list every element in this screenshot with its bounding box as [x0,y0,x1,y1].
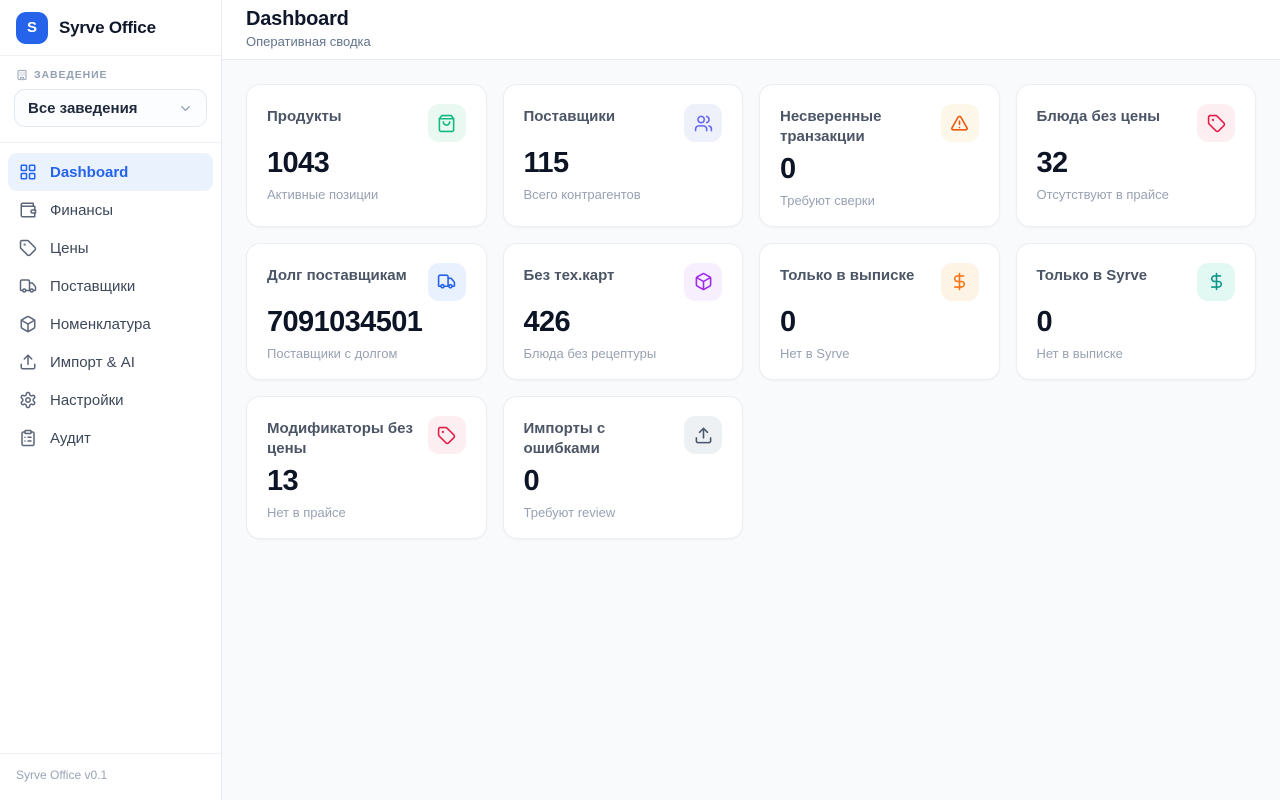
gear-icon [19,391,37,409]
sidebar-item-label: Поставщики [50,278,135,295]
tag-icon [19,239,37,257]
card-products: Продукты 1043 Активные позиции [246,84,487,227]
card-value: 13 [267,465,466,498]
card-value: 32 [1037,147,1236,180]
sidebar-item-label: Финансы [50,202,113,219]
card-subtitle: Нет в выписке [1037,346,1236,361]
card-only-in-syrve: Только в Syrve 0 Нет в выписке [1016,243,1257,380]
card-value: 7091034501 [267,306,466,339]
sidebar-header: S Syrve Office [0,0,221,56]
card-subtitle: Активные позиции [267,187,466,202]
card-title: Модификаторы без цены [267,416,418,460]
card-supplier-debt: Долг поставщикам 7091034501 Поставщики с… [246,243,487,380]
venue-label-text: ЗАВЕДЕНИЕ [34,69,107,81]
sidebar-item-label: Номенклатура [50,316,151,333]
card-value: 0 [524,465,723,498]
card-value: 0 [1037,306,1236,339]
upload-icon [19,353,37,371]
card-only-in-statement: Только в выписке 0 Нет в Syrve [759,243,1000,380]
sidebar-item-label: Цены [50,240,89,257]
sidebar-item-finances[interactable]: Финансы [8,191,213,229]
app-version: Syrve Office v0.1 [0,753,221,800]
sidebar-item-nomenclature[interactable]: Номенклатура [8,305,213,343]
card-title: Продукты [267,104,342,127]
clipboard-icon [19,429,37,447]
tag-icon [1197,104,1235,142]
page-header: Dashboard Оперативная сводка [222,0,1280,60]
card-unreconciled-transactions: Несверенные транзакции 0 Требуют сверки [759,84,1000,227]
card-title: Импорты с ошибками [524,416,675,460]
venue-section: ЗАВЕДЕНИЕ Все заведения [0,56,221,143]
stats-grid: Продукты 1043 Активные позиции Поставщик… [222,60,1280,800]
page-subtitle: Оперативная сводка [246,34,1256,49]
users-icon [684,104,722,142]
tag-icon [428,416,466,454]
card-title: Без тех.карт [524,263,615,286]
card-subtitle: Блюда без рецептуры [524,346,723,361]
sidebar-item-suppliers[interactable]: Поставщики [8,267,213,305]
app-title: Syrve Office [59,18,156,38]
card-value: 0 [780,306,979,339]
page-title: Dashboard [246,8,1256,31]
card-title: Несверенные транзакции [780,104,931,148]
app-logo: S [16,12,48,44]
sidebar-item-dashboard[interactable]: Dashboard [8,153,213,191]
card-without-techcards: Без тех.карт 426 Блюда без рецептуры [503,243,744,380]
card-title: Только в Syrve [1037,263,1148,286]
card-suppliers: Поставщики 115 Всего контрагентов [503,84,744,227]
sidebar-item-label: Dashboard [50,164,128,181]
card-title: Только в выписке [780,263,914,286]
sidebar: S Syrve Office ЗАВЕДЕНИЕ Все заведения D… [0,0,222,800]
dollar-sign-icon [1197,263,1235,301]
sidebar-item-label: Импорт & AI [50,354,135,371]
card-title: Долг поставщикам [267,263,407,286]
venue-select-value: Все заведения [28,100,138,117]
package-icon [684,263,722,301]
sidebar-nav: Dashboard Финансы Цены Поставщики Номенк… [0,143,221,753]
app-logo-letter: S [27,19,37,36]
card-value: 0 [780,153,979,186]
venue-select[interactable]: Все заведения [14,89,207,127]
sidebar-item-import-ai[interactable]: Импорт & AI [8,343,213,381]
dollar-sign-icon [941,263,979,301]
wallet-icon [19,201,37,219]
truck-icon [19,277,37,295]
card-value: 1043 [267,147,466,180]
sidebar-item-prices[interactable]: Цены [8,229,213,267]
truck-icon [428,263,466,301]
upload-icon [684,416,722,454]
card-subtitle: Поставщики с долгом [267,346,466,361]
card-value: 115 [524,147,723,180]
card-subtitle: Требуют review [524,505,723,520]
sidebar-item-label: Настройки [50,392,124,409]
sidebar-item-audit[interactable]: Аудит [8,419,213,457]
alert-triangle-icon [941,104,979,142]
sidebar-item-settings[interactable]: Настройки [8,381,213,419]
card-subtitle: Отсутствуют в прайсе [1037,187,1236,202]
package-icon [19,315,37,333]
card-subtitle: Всего контрагентов [524,187,723,202]
chevron-down-icon [178,101,193,116]
venue-section-label: ЗАВЕДЕНИЕ [16,69,205,81]
card-title: Блюда без цены [1037,104,1161,127]
card-subtitle: Требуют сверки [780,193,979,208]
card-subtitle: Нет в прайсе [267,505,466,520]
card-dishes-without-price: Блюда без цены 32 Отсутствуют в прайсе [1016,84,1257,227]
card-subtitle: Нет в Syrve [780,346,979,361]
card-title: Поставщики [524,104,616,127]
sidebar-item-label: Аудит [50,430,91,447]
card-modifiers-without-price: Модификаторы без цены 13 Нет в прайсе [246,396,487,539]
card-imports-with-errors: Импорты с ошибками 0 Требуют review [503,396,744,539]
card-value: 426 [524,306,723,339]
main-area: Dashboard Оперативная сводка Продукты 10… [222,0,1280,800]
shopping-bag-icon [428,104,466,142]
building-icon [16,69,28,81]
dashboard-grid-icon [19,163,37,181]
